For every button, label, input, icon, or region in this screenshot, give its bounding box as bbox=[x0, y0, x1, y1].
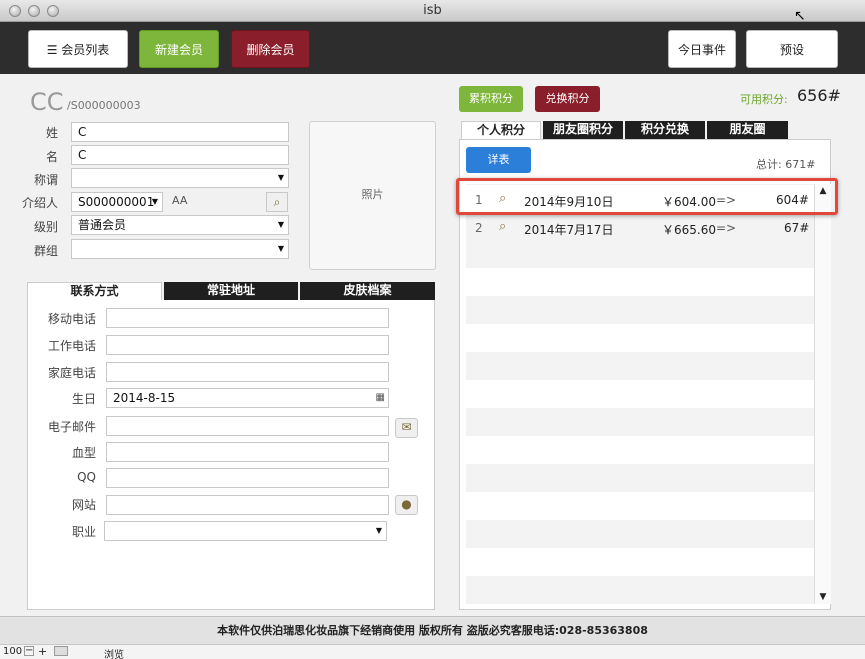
mobile-label: 移动电话 bbox=[47, 312, 96, 326]
redeem-points-button[interactable]: 兑换积分 bbox=[535, 86, 600, 112]
table-row[interactable]: 2 ⌕ 2014年7月17日 ￥665.60 => 67# bbox=[466, 213, 814, 241]
surname-field[interactable]: C bbox=[71, 122, 289, 142]
search-icon[interactable]: ⌕ bbox=[266, 192, 288, 212]
copyright-footer: 本软件仅供泊瑞思化妆品旗下经销商使用 版权所有 盗版必究客服电话:028-853… bbox=[0, 616, 865, 644]
member-list-button[interactable]: ☰ 会员列表 bbox=[28, 30, 128, 68]
points-list bbox=[466, 184, 814, 604]
toolbar: ☰ 会员列表 新建会员 删除会员 今日事件 预设 bbox=[0, 22, 865, 74]
tab-friends-points[interactable]: 朋友圈积分 bbox=[543, 121, 623, 139]
work-phone-label: 工作电话 bbox=[47, 339, 96, 353]
toggle-toolbar-icon[interactable] bbox=[54, 646, 68, 656]
member-list-label: 会员列表 bbox=[61, 43, 110, 57]
email-label: 电子邮件 bbox=[47, 420, 96, 434]
surname-label: 姓 bbox=[45, 126, 58, 140]
row-highlight bbox=[456, 178, 838, 215]
tab-points-exchange[interactable]: 积分兑换 bbox=[625, 121, 705, 139]
zoom-out-icon[interactable]: − bbox=[24, 646, 34, 656]
tab-contact[interactable]: 联系方式 bbox=[27, 282, 162, 300]
tab-skin-profile[interactable]: 皮肤档案 bbox=[300, 282, 435, 300]
level-select[interactable]: 普通会员 ▼ bbox=[71, 215, 289, 235]
calendar-icon[interactable]: ▦ bbox=[376, 389, 385, 407]
title-label: 称谓 bbox=[33, 173, 58, 187]
job-label: 职业 bbox=[71, 525, 96, 539]
birthday-field[interactable]: 2014-8-15 ▦ bbox=[106, 388, 389, 408]
home-phone-label: 家庭电话 bbox=[47, 366, 96, 380]
mail-icon[interactable]: ✉ bbox=[395, 418, 418, 438]
zoom-level: 100 bbox=[3, 646, 23, 657]
globe-icon[interactable]: ● bbox=[395, 495, 418, 515]
website-field[interactable] bbox=[106, 495, 389, 515]
chevron-down-icon: ▼ bbox=[277, 173, 285, 182]
tab-address[interactable]: 常驻地址 bbox=[164, 282, 298, 300]
title-select[interactable]: ▼ bbox=[71, 168, 289, 188]
given-name-label: 名 bbox=[45, 150, 58, 164]
list-icon: ☰ bbox=[46, 43, 58, 57]
chevron-down-icon: ▼ bbox=[277, 220, 285, 229]
group-select[interactable]: ▼ bbox=[71, 239, 289, 259]
zoom-in-icon[interactable]: + bbox=[38, 645, 47, 658]
member-id: /S000000003 bbox=[67, 99, 141, 112]
blood-type-label: 血型 bbox=[71, 446, 96, 460]
chevron-down-icon: ▼ bbox=[375, 526, 383, 535]
level-label: 级别 bbox=[33, 220, 58, 234]
birthday-label: 生日 bbox=[71, 392, 96, 406]
work-phone-field[interactable] bbox=[106, 335, 389, 355]
status-bar: 100 − + 浏览 bbox=[0, 644, 865, 659]
mobile-field[interactable] bbox=[106, 308, 389, 328]
tab-personal-points[interactable]: 个人积分 bbox=[461, 121, 541, 139]
available-points-value: 656# bbox=[797, 86, 841, 105]
window-title: isb bbox=[423, 3, 442, 18]
new-member-button[interactable]: 新建会员 bbox=[139, 30, 219, 68]
photo-box[interactable]: 照片 bbox=[309, 121, 436, 270]
group-label: 群组 bbox=[33, 244, 58, 258]
member-name: CC bbox=[30, 88, 64, 116]
given-name-field[interactable]: C bbox=[71, 145, 289, 165]
referrer-name: AA bbox=[172, 194, 188, 207]
available-points-label: 可用积分: bbox=[740, 93, 788, 106]
website-label: 网站 bbox=[71, 498, 96, 512]
chevron-down-icon: ▼ bbox=[151, 197, 159, 206]
search-icon[interactable]: ⌕ bbox=[499, 219, 506, 234]
email-field[interactable] bbox=[106, 416, 389, 436]
photo-label: 照片 bbox=[361, 188, 384, 201]
home-phone-field[interactable] bbox=[106, 362, 389, 382]
accumulate-points-button[interactable]: 累积积分 bbox=[459, 86, 523, 112]
referrer-select[interactable]: S000000001 ▼ bbox=[71, 192, 163, 212]
mode-label: 浏览 bbox=[104, 650, 124, 659]
scrollbar[interactable]: ▲ ▼ bbox=[814, 184, 831, 604]
delete-member-button[interactable]: 删除会员 bbox=[231, 30, 310, 68]
detail-button[interactable]: 详表 bbox=[466, 147, 531, 173]
qq-label: QQ bbox=[77, 470, 96, 484]
presets-button[interactable]: 预设 bbox=[746, 30, 838, 68]
points-total: 总计: 671# bbox=[756, 158, 816, 171]
job-select[interactable]: ▼ bbox=[104, 521, 387, 541]
chevron-down-icon: ▼ bbox=[277, 244, 285, 253]
scroll-down-icon[interactable]: ▼ bbox=[815, 592, 831, 602]
qq-field[interactable] bbox=[106, 468, 389, 488]
title-bar: isb ↖ bbox=[0, 0, 865, 24]
tab-friends-circle[interactable]: 朋友圈 bbox=[707, 121, 788, 139]
referrer-label: 介绍人 bbox=[21, 196, 58, 210]
today-events-button[interactable]: 今日事件 bbox=[668, 30, 736, 68]
blood-type-field[interactable] bbox=[106, 442, 389, 462]
